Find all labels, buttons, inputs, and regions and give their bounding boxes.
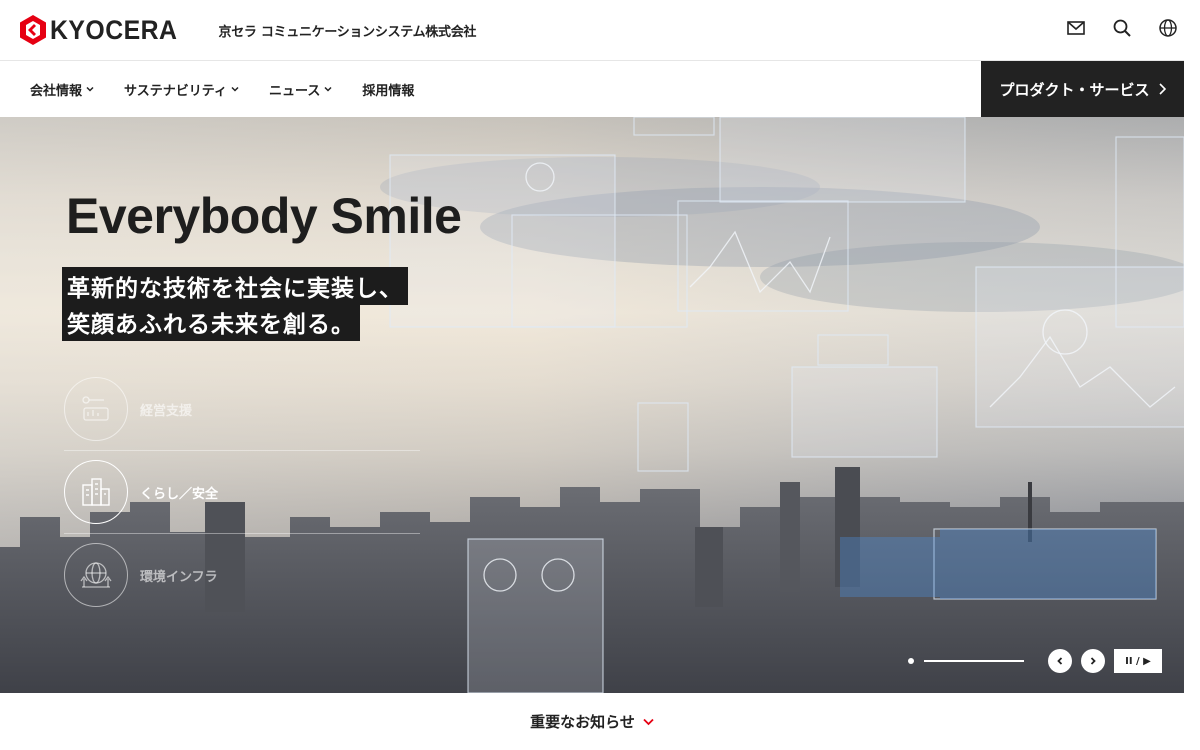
header-utilities xyxy=(1066,18,1178,38)
category-label: 経営支援 xyxy=(140,403,193,419)
chevron-down-icon xyxy=(324,86,332,92)
chevron-down-icon xyxy=(86,86,94,92)
chevron-right-icon xyxy=(1090,657,1096,665)
hero-subline-1: 革新的な技術を社会に実装し、 xyxy=(62,267,408,305)
category-label: くらし／安全 xyxy=(140,486,219,502)
category-environment-infra[interactable]: 環境インフラ xyxy=(64,543,218,607)
carousel-prev-button[interactable] xyxy=(1048,649,1072,673)
business-chart-icon xyxy=(64,377,128,441)
kyocera-logo-mark xyxy=(20,15,46,45)
buildings-icon xyxy=(64,460,128,524)
category-divider xyxy=(64,450,420,451)
hero-headline: Everybody Smile xyxy=(66,188,462,244)
carousel-dot[interactable] xyxy=(908,658,914,664)
category-divider xyxy=(64,533,420,534)
carousel-progress xyxy=(924,660,1024,662)
nav-item-company[interactable]: 会社情報 xyxy=(30,80,94,99)
category-living-safety[interactable]: くらし／安全 xyxy=(64,460,218,524)
chevron-down-icon xyxy=(643,718,654,725)
page-scrollbar[interactable] xyxy=(1184,0,1200,750)
chevron-down-icon xyxy=(231,86,239,92)
main-nav: 会社情報 サステナビリティ ニュース 採用情報 プロダクト・サービス xyxy=(0,61,1200,117)
globe-tree-icon xyxy=(64,543,128,607)
chevron-right-icon xyxy=(1158,83,1166,95)
hero-subline-2: 笑顔あふれる未来を創る。 xyxy=(62,303,360,341)
nav-item-news[interactable]: ニュース xyxy=(269,80,332,99)
important-notice-toggle[interactable]: 重要なお知らせ xyxy=(0,693,1184,750)
products-services-label: プロダクト・サービス xyxy=(999,80,1150,99)
nav-item-label: ニュース xyxy=(268,83,321,99)
nav-item-label: 採用情報 xyxy=(362,83,415,99)
hero-carousel: Everybody Smile 革新的な技術を社会に実装し、 笑顔あふれる未来を… xyxy=(0,117,1184,693)
category-label: 環境インフラ xyxy=(140,569,218,585)
nav-item-recruit[interactable]: 採用情報 xyxy=(362,80,414,99)
nav-item-label: 会社情報 xyxy=(30,83,83,99)
search-icon[interactable] xyxy=(1112,18,1132,38)
globe-icon[interactable] xyxy=(1158,18,1178,38)
nav-item-label: サステナビリティ xyxy=(124,83,227,99)
chevron-left-icon xyxy=(1057,657,1063,665)
important-notice-label: 重要なお知らせ xyxy=(530,713,635,731)
carousel-pause-play-button[interactable]: II / ▶ xyxy=(1114,649,1162,673)
products-services-button[interactable]: プロダクト・サービス xyxy=(981,61,1184,117)
site-header: KYOCERA 京セラ コミュニケーションシステム株式会社 xyxy=(0,0,1200,61)
category-business-support[interactable]: 経営支援 xyxy=(64,377,192,441)
carousel-progress-fill xyxy=(924,660,1024,662)
logo-wordmark: KYOCERA xyxy=(50,14,178,45)
company-name: 京セラ コミュニケーションシステム株式会社 xyxy=(218,24,477,40)
mail-icon[interactable] xyxy=(1066,18,1086,38)
nav-item-sustainability[interactable]: サステナビリティ xyxy=(124,80,239,99)
carousel-next-button[interactable] xyxy=(1081,649,1105,673)
kyocera-logo[interactable]: KYOCERA xyxy=(20,15,189,46)
